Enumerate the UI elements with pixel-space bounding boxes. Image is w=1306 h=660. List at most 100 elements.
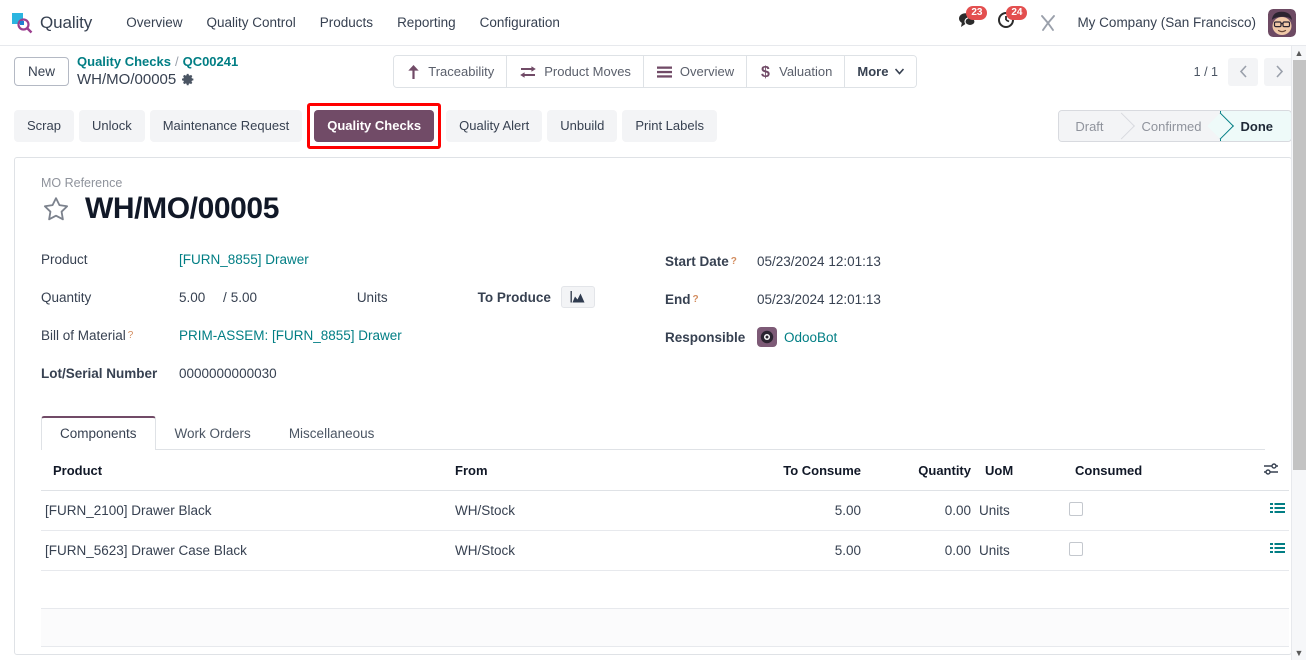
responsible-value-link[interactable]: OdooBot	[784, 330, 837, 345]
cell-to-consume[interactable]: 5.00	[673, 530, 865, 571]
unlock-button[interactable]: Unlock	[78, 110, 145, 142]
form-sheet-wrapper: MO Reference WH/MO/00005 Product [FURN_8…	[0, 157, 1306, 655]
page-scrollbar[interactable]: ▲ ▼	[1291, 46, 1306, 660]
tab-work-orders[interactable]: Work Orders	[156, 416, 270, 450]
components-table-header: Product From To Consume Quantity UoM Con…	[41, 450, 1289, 491]
bom-help-tooltip-icon[interactable]: ?	[128, 330, 134, 341]
field-row-end-date: End ? 05/23/2024 12:01:13	[665, 288, 1265, 310]
activities-button[interactable]: 24	[991, 6, 1028, 38]
tab-components[interactable]: Components	[41, 416, 156, 450]
breadcrumb-root-link[interactable]: Quality Checks	[77, 54, 171, 70]
field-row-product: Product [FURN_8855] Drawer	[41, 248, 665, 270]
empty-cell	[41, 570, 1289, 609]
cell-uom[interactable]: Units	[975, 490, 1065, 531]
menu-item-reporting[interactable]: Reporting	[385, 9, 468, 36]
pager-next-button[interactable]	[1264, 57, 1294, 86]
unbuild-button[interactable]: Unbuild	[547, 110, 618, 142]
quantity-value-group: 5.00/5.00 Units	[179, 290, 388, 305]
menu-item-quality-control[interactable]: Quality Control	[194, 9, 307, 36]
user-avatar[interactable]	[1268, 8, 1296, 37]
app-root: Quality Overview Quality Control Product…	[0, 0, 1306, 660]
list-detail-icon[interactable]	[1270, 502, 1285, 516]
field-row-bill-of-material: Bill of Material ? PRIM-ASSEM: [FURN_885…	[41, 324, 665, 346]
quality-alert-button[interactable]: Quality Alert	[446, 110, 543, 142]
scroll-up-arrow-icon[interactable]: ▲	[1295, 46, 1304, 60]
quality-checks-highlight-annotation: Quality Checks	[307, 103, 442, 149]
smart-button-product-moves[interactable]: Product Moves	[507, 56, 644, 87]
cell-from[interactable]: WH/Stock	[451, 530, 673, 571]
breadcrumb-parent-link[interactable]: QC00241	[183, 54, 239, 70]
smart-button-overview[interactable]: Overview	[643, 56, 748, 87]
app-brand-name[interactable]: Quality	[40, 13, 92, 33]
field-row-quantity: Quantity 5.00/5.00 Units To Produce	[41, 286, 665, 308]
menu-item-products[interactable]: Products	[308, 9, 385, 36]
scroll-down-arrow-icon[interactable]: ▼	[1295, 646, 1304, 660]
arrow-up-icon	[406, 64, 421, 80]
start-date-help-tooltip-icon[interactable]: ?	[731, 256, 737, 267]
status-pipeline: Draft Confirmed Done	[1058, 110, 1292, 142]
table-row[interactable]: [FURN_5623] Drawer Case Black WH/Stock 5…	[41, 530, 1289, 571]
column-header-consumed[interactable]: Consumed	[1065, 450, 1245, 491]
smart-button-more[interactable]: More	[845, 56, 917, 87]
smart-button-traceability[interactable]: Traceability	[394, 56, 508, 87]
exchange-arrows-icon	[519, 64, 537, 80]
bom-label: Bill of Material ?	[41, 328, 179, 343]
gear-icon[interactable]	[182, 73, 195, 86]
table-row[interactable]: [FURN_2100] Drawer Black WH/Stock 5.00 0…	[41, 490, 1289, 531]
top-navbar: Quality Overview Quality Control Product…	[0, 0, 1306, 46]
pager-previous-button[interactable]	[1228, 57, 1258, 86]
column-header-quantity[interactable]: Quantity	[865, 450, 975, 491]
column-header-to-consume[interactable]: To Consume	[673, 450, 865, 491]
field-row-lot-serial: Lot/Serial Number 0000000000030	[41, 362, 665, 384]
cell-quantity[interactable]: 0.00	[865, 530, 975, 571]
cell-quantity[interactable]: 0.00	[865, 490, 975, 531]
area-chart-icon[interactable]	[560, 286, 595, 308]
quantity-done-input[interactable]: 5.00	[179, 290, 223, 305]
end-date-help-tooltip-icon[interactable]: ?	[693, 294, 699, 305]
menu-item-overview[interactable]: Overview	[114, 9, 194, 36]
column-header-product[interactable]: Product	[41, 450, 451, 491]
list-bars-icon	[656, 64, 673, 80]
column-header-uom[interactable]: UoM	[975, 450, 1065, 491]
status-stage-draft[interactable]: Draft	[1059, 111, 1122, 141]
consumed-checkbox[interactable]	[1069, 502, 1083, 516]
column-options-icon[interactable]	[1245, 450, 1289, 491]
print-labels-button[interactable]: Print Labels	[622, 110, 717, 142]
quality-app-logo-icon[interactable]	[8, 9, 36, 37]
status-stage-done[interactable]: Done	[1219, 111, 1291, 141]
lot-serial-value[interactable]: 0000000000030	[179, 366, 277, 381]
star-outline-icon[interactable]	[41, 195, 71, 224]
cell-from[interactable]: WH/Stock	[451, 490, 673, 531]
company-selector[interactable]: My Company (San Francisco)	[1069, 15, 1264, 30]
cell-product[interactable]: [FURN_5623] Drawer Case Black	[41, 530, 451, 571]
consumed-checkbox[interactable]	[1069, 542, 1083, 556]
column-header-from[interactable]: From	[451, 450, 673, 491]
notebook: Components Work Orders Miscellaneous Pro…	[41, 416, 1289, 647]
menu-item-configuration[interactable]: Configuration	[468, 9, 572, 36]
maintenance-request-button[interactable]: Maintenance Request	[149, 110, 303, 142]
end-date-value[interactable]: 05/23/2024 12:01:13	[757, 292, 881, 307]
list-detail-icon[interactable]	[1270, 542, 1285, 556]
tab-miscellaneous[interactable]: Miscellaneous	[270, 416, 394, 450]
new-button[interactable]: New	[14, 57, 70, 86]
smart-button-valuation[interactable]: $ Valuation	[747, 56, 846, 87]
status-stage-confirmed[interactable]: Confirmed	[1121, 111, 1220, 141]
start-date-label-text: Start Date	[665, 253, 729, 269]
scrap-button[interactable]: Scrap	[14, 110, 74, 142]
product-value-link[interactable]: [FURN_8855] Drawer	[179, 252, 309, 267]
odoobot-avatar-icon	[757, 327, 777, 347]
wrench-tools-icon[interactable]	[1031, 10, 1065, 36]
scrollbar-track[interactable]	[1292, 60, 1306, 646]
activities-badge: 24	[1006, 6, 1028, 20]
bom-value-link[interactable]: PRIM-ASSEM: [FURN_8855] Drawer	[179, 328, 402, 343]
to-produce-label: To Produce	[477, 289, 551, 305]
scrollbar-thumb[interactable]	[1293, 60, 1306, 471]
cell-row-detail	[1245, 490, 1289, 531]
start-date-value[interactable]: 05/23/2024 12:01:13	[757, 254, 881, 269]
cell-uom[interactable]: Units	[975, 530, 1065, 571]
quality-checks-button[interactable]: Quality Checks	[314, 110, 435, 142]
cell-to-consume[interactable]: 5.00	[673, 490, 865, 531]
quantity-label: Quantity	[41, 289, 92, 305]
cell-product[interactable]: [FURN_2100] Drawer Black	[41, 490, 451, 531]
messages-button[interactable]: 23	[951, 6, 988, 38]
